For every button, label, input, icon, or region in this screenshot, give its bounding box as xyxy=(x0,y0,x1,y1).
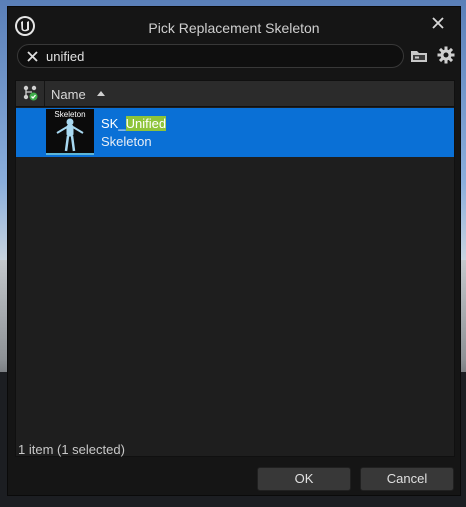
list-item[interactable]: Skeleton SK_Unified Skeleton xyxy=(16,108,454,157)
cancel-button[interactable]: Cancel xyxy=(360,467,454,491)
search-input[interactable] xyxy=(46,47,386,65)
item-count-status: 1 item (1 selected) xyxy=(18,442,125,457)
list-header: Name xyxy=(16,81,454,107)
title-bar: Pick Replacement Skeleton xyxy=(8,7,460,45)
clear-search-icon[interactable] xyxy=(27,51,38,62)
skeleton-figure-icon xyxy=(56,118,84,152)
ok-button[interactable]: OK xyxy=(257,467,351,491)
search-row xyxy=(17,44,457,70)
dialog-title: Pick Replacement Skeleton xyxy=(148,20,320,36)
asset-name: SK_Unified xyxy=(101,116,167,131)
name-column-header[interactable]: Name xyxy=(51,87,86,102)
close-icon[interactable] xyxy=(430,15,446,31)
search-box xyxy=(17,44,404,68)
filter-column[interactable] xyxy=(16,81,45,106)
skeleton-thumbnail: Skeleton xyxy=(46,109,94,155)
asset-type: Skeleton xyxy=(101,134,152,149)
pick-skeleton-dialog: Pick Replacement Skeleton unified Name S… xyxy=(7,6,461,496)
asset-name-prefix: SK_ xyxy=(101,116,126,131)
hierarchy-filter-icon[interactable] xyxy=(22,85,38,101)
sort-ascending-icon xyxy=(97,91,105,96)
asset-name-match: Unified xyxy=(125,116,167,131)
asset-list: Name Skeleton SK_Unified Skeleton xyxy=(15,80,455,457)
folder-icon[interactable] xyxy=(409,47,431,65)
gear-icon[interactable] xyxy=(436,45,456,65)
